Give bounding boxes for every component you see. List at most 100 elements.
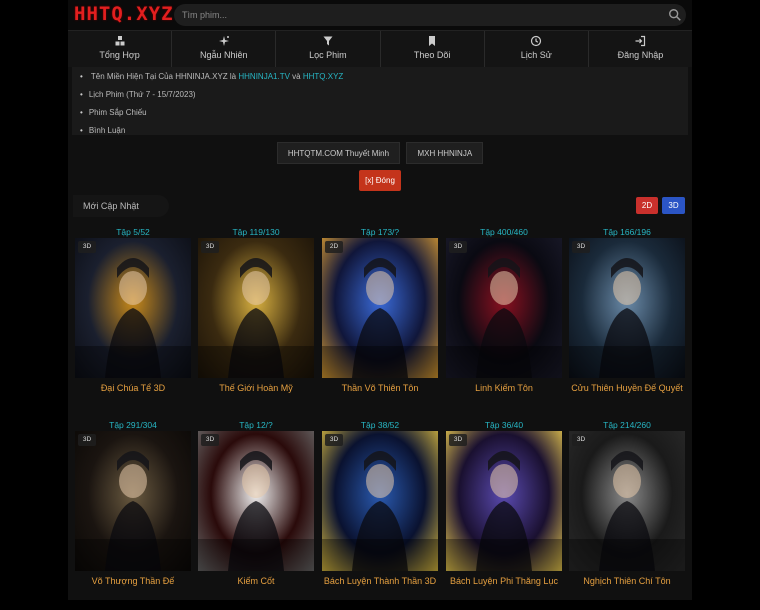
poster-art [75,258,191,378]
movie-card[interactable]: Tập 173/? 2D Thần Võ Thiên Tôn [322,227,438,417]
movie-title[interactable]: Cửu Thiên Huyền Đế Quyết [569,382,685,394]
poster-art [198,258,314,378]
schedule-link[interactable]: Lịch Phim (Thứ 7 - 15/7/2023) [80,89,688,107]
domain-link-1[interactable]: HHNINJA1.TV [238,72,290,81]
poster-art [198,451,314,571]
nav-label: Lịch Sử [520,50,552,60]
movie-card[interactable]: Tập 214/260 3D Nghịch Thiên Chí Tôn [569,420,685,610]
section-title: Mới Cập Nhật [73,195,169,217]
movie-poster[interactable]: 3D [446,431,562,571]
main-nav: Tổng Hợp Ngẫu Nhiên Lọc Phim Theo Dõi Lị… [68,30,692,67]
movie-title[interactable]: Thế Giới Hoàn Mỹ [198,382,314,394]
hhtqtm-button[interactable]: HHTQTM.COM Thuyết Minh [276,142,401,164]
nav-item-dang-nhap[interactable]: Đăng Nhập [589,31,692,67]
movie-card[interactable]: Tập 38/52 3D Bách Luyện Thành Thần 3D [322,420,438,610]
movie-poster[interactable]: 3D [75,431,191,571]
episode-label: Tập 173/? [360,227,400,237]
episode-label: Tập 119/130 [232,227,280,237]
dimension-badge: 3D [201,241,219,253]
movie-poster[interactable]: 2D [322,238,438,378]
search-input[interactable] [174,4,664,26]
close-button[interactable]: [x] Đóng [359,170,401,191]
nav-label: Lọc Phim [309,50,347,60]
nav-label: Theo Dõi [413,50,451,60]
partner-buttons: HHTQTM.COM Thuyết Minh MXH HHNINJA [68,142,692,164]
movie-poster[interactable]: 3D [569,431,685,571]
movie-title[interactable]: Đại Chúa Tể 3D [75,382,191,394]
movie-card[interactable]: Tập 291/304 3D Võ Thượng Thần Đế [75,420,191,610]
dimension-badge: 3D [572,434,590,446]
search-box [174,4,686,26]
nav-label: Tổng Hợp [99,50,140,60]
movie-poster[interactable]: 3D [75,238,191,378]
filter-icon [323,36,333,46]
movie-card[interactable]: Tập 119/130 3D Thế Giới Hoàn Mỹ [198,227,314,417]
search-icon[interactable] [668,8,682,22]
login-icon [635,35,646,47]
episode-label: Tập 400/460 [480,227,528,237]
dimension-badge: 3D [449,434,467,446]
domain-link-2[interactable]: HHTQ.XYZ [303,72,343,81]
movie-title[interactable]: Kiếm Cốt [198,575,314,587]
nav-label: Ngẫu Nhiên [199,50,248,60]
poster-art [75,451,191,571]
episode-label: Tập 166/196 [603,227,651,237]
mxh-button[interactable]: MXH HHNINJA [406,142,484,164]
dimension-badge: 3D [449,241,467,253]
movie-card[interactable]: Tập 12/? 3D Kiếm Cốt [198,420,314,610]
nav-item-theo-doi[interactable]: Theo Dõi [381,31,485,67]
header: HHTQ.XYZ [68,0,692,30]
nav-item-loc-phim[interactable]: Lọc Phim [276,31,381,67]
nav-item-tong-hop[interactable]: Tổng Hợp [68,31,173,67]
movie-title[interactable]: Bách Luyện Thành Thần 3D [322,575,438,587]
movie-title[interactable]: Nghịch Thiên Chí Tôn [569,575,685,587]
episode-label: Tập 214/260 [603,420,651,430]
notice-domain: Tên Miền Hiện Tại Của HHNINJA.XYZ là HHN… [80,71,688,89]
poster-art [322,451,438,571]
notice-box: Tên Miền Hiện Tại Của HHNINJA.XYZ là HHN… [72,67,688,135]
notice-text: và [292,72,301,81]
poster-art [569,451,685,571]
movie-poster[interactable]: 3D [322,431,438,571]
comments-link[interactable]: Bình Luận [80,125,688,143]
notice-text: Tên Miền Hiện Tại Của HHNINJA.XYZ là [90,72,237,81]
movie-poster[interactable]: 3D [569,238,685,378]
dimension-badge: 3D [78,241,96,253]
poster-art [322,258,438,378]
episode-label: Tập 38/52 [360,420,400,430]
site-logo[interactable]: HHTQ.XYZ [74,3,174,25]
dimension-badge: 3D [78,434,96,446]
bookmark-icon [429,36,436,46]
movie-card[interactable]: Tập 5/52 3D Đại Chúa Tể 3D [75,227,191,417]
sparkle-icon [218,36,229,46]
page: HHTQ.XYZ Tổng Hợp Ngẫu Nhiên Lọc Phim Th… [68,0,692,600]
dimension-badge: 3D [325,434,343,446]
movie-card[interactable]: Tập 36/40 3D Bách Luyện Phi Thăng Lục [446,420,562,610]
filter-3d-button[interactable]: 3D [662,197,685,214]
movie-title[interactable]: Bách Luyện Phi Thăng Lục [446,575,562,587]
movie-title[interactable]: Linh Kiếm Tôn [446,382,562,394]
movie-poster[interactable]: 3D [198,431,314,571]
nav-label: Đăng Nhập [617,50,664,60]
movie-card[interactable]: Tập 166/196 3D Cửu Thiên Huyền Đế Quyết [569,227,685,417]
movie-card[interactable]: Tập 400/460 3D Linh Kiếm Tôn [446,227,562,417]
dimension-badge: 3D [201,434,219,446]
filter-2d-button[interactable]: 2D [636,197,658,214]
dimension-badge: 2D [325,241,343,253]
movie-title[interactable]: Thần Võ Thiên Tôn [322,382,438,394]
movie-poster[interactable]: 3D [446,238,562,378]
episode-label: Tập 12/? [239,420,273,430]
episode-label: Tập 291/304 [109,420,157,430]
episode-label: Tập 36/40 [484,420,524,430]
dimension-badge: 3D [572,241,590,253]
episode-label: Tập 5/52 [116,227,150,237]
poster-art [569,258,685,378]
upcoming-link[interactable]: Phim Sắp Chiếu [80,107,688,125]
nav-item-ngau-nhien[interactable]: Ngẫu Nhiên [172,31,277,67]
nav-item-lich-su[interactable]: Lịch Sử [485,31,589,67]
poster-art [446,451,562,571]
movie-title[interactable]: Võ Thượng Thần Đế [75,575,191,587]
movie-poster[interactable]: 3D [198,238,314,378]
history-icon [531,35,542,47]
poster-art [446,258,562,378]
